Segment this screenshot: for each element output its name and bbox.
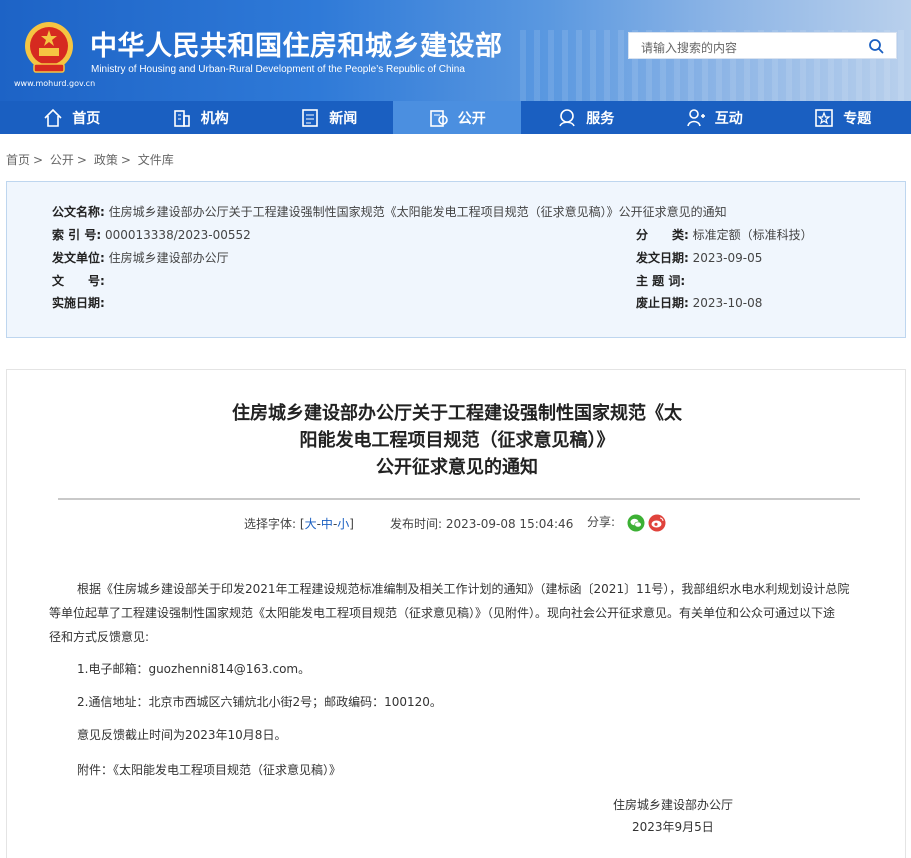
meta-issuer: 发文单位: 住房城乡建设部办公厅	[52, 249, 229, 266]
meta-value: 标准定额（标准科技）	[692, 228, 813, 242]
site-subtitle: Ministry of Housing and Urban-Rural Deve…	[91, 64, 465, 75]
breadcrumb-library[interactable]: 文件库	[138, 153, 174, 167]
deadline-text: 意见反馈截止时间为2023年10月8日。	[77, 728, 287, 742]
body-paragraph-line: 等单位起草了工程建设强制性国家规范《太阳能发电工程项目规范（征求意见稿）》（见附…	[49, 606, 836, 620]
meta-category: 分 类: 标准定额（标准科技）	[636, 226, 813, 243]
nav-item-label: 专题	[843, 110, 872, 127]
site-title[interactable]: 中华人民共和国住房和城乡建设部	[90, 24, 503, 63]
body-paragraph-line: 根据《住房城乡建设部关于印发2021年工程建设规范标准编制及相关工作计划的通知》…	[77, 582, 850, 596]
site-header: www.mohurd.gov.cn 中华人民共和国住房和城乡建设部 Minist…	[0, 0, 911, 101]
publish-time: 发布时间: 2023-09-08 15:04:46	[390, 515, 573, 532]
national-emblem-icon[interactable]	[22, 20, 76, 76]
meta-label: 文 号:	[52, 274, 105, 288]
title-divider	[58, 498, 860, 500]
meta-label: 公文名称:	[52, 205, 105, 219]
breadcrumb: 首页 > 公开 > 政策 > 文件库	[6, 151, 177, 168]
meta-value: 住房城乡建设部办公厅	[108, 251, 229, 265]
body-paragraph-line: 径和方式反馈意见:	[49, 630, 150, 644]
nav-item-label: 公开	[457, 110, 486, 127]
search-box[interactable]: 请输入搜索的内容	[628, 32, 897, 59]
wechat-icon[interactable]	[627, 514, 645, 532]
meta-label: 实施日期:	[52, 296, 105, 310]
meta-label: 废止日期:	[636, 296, 689, 310]
breadcrumb-policy[interactable]: 政策	[94, 153, 118, 167]
meta-label: 索 引 号:	[52, 228, 102, 242]
publish-label: 发布时间:	[390, 517, 443, 531]
breadcrumb-home[interactable]: 首页	[6, 153, 30, 167]
meta-issue-date: 发文日期: 2023-09-05	[636, 249, 762, 266]
search-input[interactable]: 请输入搜索的内容	[641, 39, 737, 56]
publish-value: 2023-09-08 15:04:46	[445, 517, 574, 531]
font-large-link[interactable]: 大	[305, 517, 317, 531]
breadcrumb-separator: >	[33, 153, 44, 167]
news-icon	[302, 108, 319, 127]
open-icon	[429, 109, 448, 127]
meta-doc-name: 公文名称: 住房城乡建设部办公厅关于工程建设强制性国家规范《太阳能发电工程项目规…	[52, 203, 727, 220]
meta-label: 发文单位:	[52, 251, 105, 265]
interact-icon	[686, 108, 705, 126]
document-meta-box: 公文名称: 住房城乡建设部办公厅关于工程建设强制性国家规范《太阳能发电工程项目规…	[6, 181, 906, 338]
attachment-link[interactable]: 附件：《太阳能发电工程项目规范（征求意见稿）》	[77, 759, 341, 781]
main-nav: 首页 机构 新闻 公开 服务 互动 专题	[0, 101, 911, 134]
meta-label: 分 类:	[636, 228, 689, 242]
nav-item-label: 互动	[714, 110, 743, 127]
meta-value: 住房城乡建设部办公厅关于工程建设强制性国家规范《太阳能发电工程项目规范（征求意见…	[108, 205, 727, 219]
meta-value: 000013338/2023-00552	[104, 228, 251, 242]
nav-item-home[interactable]: 首页	[7, 101, 136, 134]
breadcrumb-separator: >	[120, 153, 131, 167]
topic-icon	[815, 108, 834, 127]
bracket: ]	[349, 517, 354, 531]
font-size-selector: 选择字体: [大-中-小]	[244, 515, 354, 532]
weibo-icon[interactable]	[648, 514, 666, 532]
font-small-link[interactable]: 小	[337, 517, 349, 531]
nav-item-news[interactable]: 新闻	[264, 101, 393, 134]
meta-label: 主 题 词:	[636, 274, 686, 288]
building-icon	[173, 109, 190, 127]
signature-date: 2023年9月5日	[632, 820, 714, 834]
signature-org: 住房城乡建设部办公厅	[613, 798, 734, 812]
font-options: [大-中-小]	[300, 517, 354, 531]
share-label: 分享:	[587, 515, 616, 529]
nav-item-institution[interactable]: 机构	[136, 101, 265, 134]
meta-effective: 实施日期:	[52, 294, 105, 311]
nav-item-open[interactable]: 公开	[392, 101, 521, 134]
nav-item-label: 首页	[72, 110, 101, 127]
article-body: 住房城乡建设部办公厅关于工程建设强制性国家规范《太 阳能发电工程项目规范（征求意…	[6, 369, 906, 858]
article-title-line: 阳能发电工程项目规范（征求意见稿）》	[299, 430, 615, 451]
nav-item-interact[interactable]: 互动	[650, 101, 779, 134]
service-icon	[559, 108, 575, 126]
nav-item-label: 新闻	[329, 110, 358, 127]
search-icon[interactable]	[868, 38, 884, 54]
nav-item-label: 机构	[200, 110, 229, 127]
nav-item-topic[interactable]: 专题	[778, 101, 907, 134]
breadcrumb-open[interactable]: 公开	[50, 153, 74, 167]
meta-doc-no: 文 号:	[52, 272, 105, 289]
meta-keywords: 主 题 词:	[636, 272, 685, 289]
nav-item-service[interactable]: 服务	[521, 101, 650, 134]
site-url: www.mohurd.gov.cn	[14, 79, 96, 88]
meta-value: 2023-09-05	[692, 251, 763, 265]
breadcrumb-separator: >	[76, 153, 87, 167]
meta-label: 发文日期:	[636, 251, 689, 265]
article-title-line: 公开征求意见的通知	[376, 457, 538, 478]
home-icon	[44, 108, 62, 127]
nav-item-label: 服务	[586, 110, 615, 127]
contact-address: 2.通信地址：北京市西城区六铺炕北小街2号；邮政编码：100120。	[77, 695, 442, 709]
article-title: 住房城乡建设部办公厅关于工程建设强制性国家规范《太 阳能发电工程项目规范（征求意…	[157, 400, 757, 481]
font-select-label: 选择字体:	[244, 517, 297, 531]
contact-email: 1.电子邮箱：guozhenni814@163.com。	[77, 662, 311, 676]
meta-expire: 废止日期: 2023-10-08	[636, 294, 762, 311]
article-title-line: 住房城乡建设部办公厅关于工程建设强制性国家规范《太	[232, 403, 682, 424]
meta-index: 索 引 号: 000013338/2023-00552	[52, 226, 251, 243]
meta-value: 2023-10-08	[692, 296, 763, 310]
font-medium-link[interactable]: 中	[321, 517, 333, 531]
